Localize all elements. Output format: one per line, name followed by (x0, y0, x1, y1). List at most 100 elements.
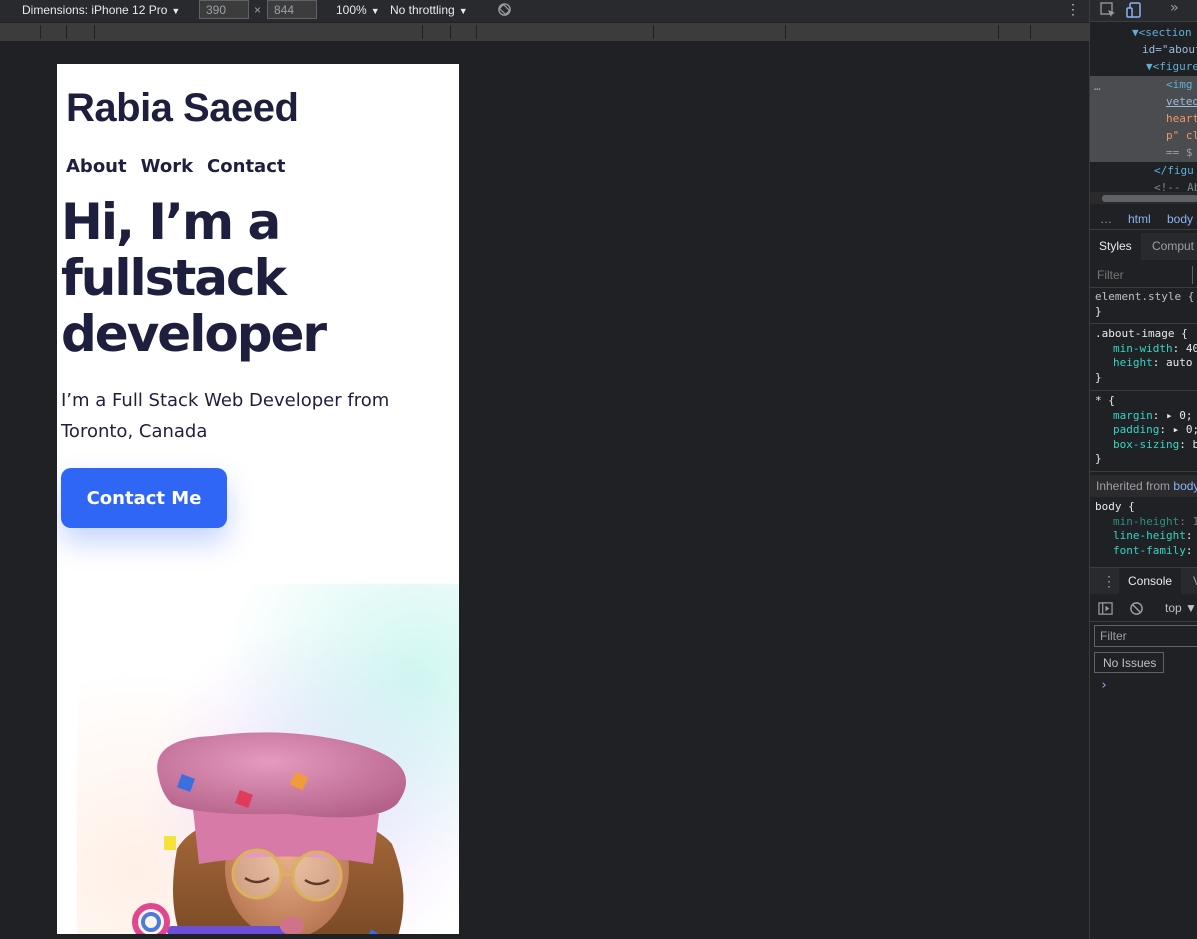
rule-selector: * { (1095, 394, 1115, 407)
ruler-segment[interactable] (40, 25, 41, 39)
styles-tabbar: Styles Comput (1090, 233, 1197, 260)
scrollbar-thumb[interactable] (1102, 195, 1197, 202)
throttling-label: No throttling (390, 3, 455, 17)
dom-dollar-ref: == $ (1166, 146, 1193, 159)
elements-tree: … ▼<section id="about ▼<figure <img vete… (1090, 22, 1197, 194)
zoom-select[interactable]: 100% ▼ (336, 3, 380, 17)
drawer-menu-icon[interactable]: ⋮ (1102, 573, 1116, 590)
dom-attr[interactable]: p" cl (1166, 127, 1197, 144)
css-property[interactable]: min-height: 1 (1095, 515, 1197, 530)
dom-node[interactable]: ▼<figure (1146, 58, 1197, 75)
rule-close: } (1095, 370, 1102, 384)
css-property[interactable]: padding: ▸ 0; (1095, 423, 1197, 438)
inherited-label: Inherited from (1096, 479, 1171, 493)
prop-value: : ▸ 0; (1159, 423, 1197, 436)
ruler-segment[interactable] (476, 25, 477, 39)
device-viewport: Rabia Saeed About Work Contact Hi, I’m a… (57, 64, 459, 934)
console-filter-input[interactable]: Filter (1094, 625, 1197, 647)
height-input[interactable]: 844 (267, 0, 317, 19)
tab-computed[interactable]: Comput (1143, 233, 1197, 260)
css-property[interactable]: min-width: 40 (1095, 342, 1197, 357)
device-toggle-icon[interactable] (1126, 2, 1142, 18)
hero-line: Hi, I’m a (61, 193, 281, 251)
subtitle-line: Toronto, Canada (61, 421, 208, 442)
dom-attr[interactable]: veted (1166, 93, 1197, 110)
css-property[interactable]: margin: ▸ 0; (1095, 409, 1197, 424)
dom-arrow[interactable]: ▼ (1132, 26, 1139, 39)
inspect-element-icon[interactable] (1100, 2, 1116, 18)
throttling-select[interactable]: No throttling ▼ (390, 3, 468, 17)
breadcrumb-body[interactable]: body (1167, 212, 1193, 226)
device-select-label: Dimensions: iPhone 12 Pro (22, 3, 168, 17)
site-logo[interactable]: Rabia Saeed (66, 86, 299, 131)
chevron-down-icon: ▼ (370, 6, 380, 16)
nav-about-link[interactable]: About (66, 156, 127, 177)
avatar-memoji-image (132, 732, 406, 934)
rule-close: } (1095, 304, 1102, 318)
css-property[interactable]: height: auto (1095, 356, 1197, 371)
prop-name: line-height (1113, 529, 1186, 542)
prop-name: box-sizing (1113, 437, 1180, 451)
prop-name: font-family (1113, 543, 1186, 557)
width-input[interactable]: 390 (199, 0, 249, 19)
inherited-link[interactable]: body (1173, 479, 1197, 493)
console-toolbar: top ▼ (1090, 595, 1197, 622)
prop-value: : b (1179, 437, 1197, 451)
breadcrumb-more[interactable]: … (1100, 212, 1112, 226)
more-options-icon[interactable]: ⋮ (1066, 1, 1080, 18)
ruler-segment[interactable] (94, 25, 95, 39)
prop-value: : 1 (1179, 514, 1197, 528)
rotate-icon[interactable] (497, 2, 512, 17)
ruler-segment[interactable] (66, 25, 67, 39)
css-rule-universal[interactable]: * { margin: ▸ 0; padding: ▸ 0; box-sizin… (1090, 394, 1197, 472)
node-ellipsis[interactable]: … (1094, 78, 1101, 95)
breadcrumb-html[interactable]: html (1128, 212, 1151, 226)
rule-close: } (1095, 452, 1102, 465)
css-rule-about-image[interactable]: .about-image { min-width: 40 height: aut… (1090, 327, 1197, 391)
css-property[interactable]: box-sizing: b (1095, 438, 1197, 453)
sidebar-toggle-icon[interactable] (1098, 601, 1113, 616)
dom-node[interactable]: </figu (1154, 162, 1194, 179)
ruler-segment[interactable] (450, 25, 451, 39)
ruler-segment[interactable] (653, 25, 654, 39)
devtools-panel: » … ▼<section id="about ▼<figure <img ve… (1089, 0, 1197, 939)
prop-name: min-width (1113, 341, 1173, 355)
dom-arrow[interactable]: ▼ (1146, 60, 1153, 73)
device-toolbar: Dimensions: iPhone 12 Pro ▼ 390 × 844 100… (0, 0, 1089, 22)
dom-node[interactable]: ▼<section (1132, 24, 1192, 41)
css-rule-body[interactable]: body { min-height: 1 line-height: font-f… (1090, 500, 1197, 564)
tab-console[interactable]: Console (1119, 568, 1182, 595)
nav-work-link[interactable]: Work (141, 156, 193, 177)
css-property[interactable]: font-family: (1095, 544, 1197, 559)
dimension-separator: × (254, 3, 262, 17)
dom-node[interactable]: id="about (1142, 41, 1197, 58)
device-select[interactable]: Dimensions: iPhone 12 Pro ▼ (22, 3, 180, 17)
ruler-segment[interactable] (785, 25, 786, 39)
subtitle-line: I’m a Full Stack Web Developer from (61, 390, 390, 411)
css-rule-element-style[interactable]: element.style { } (1090, 290, 1197, 324)
breadcrumb: … html body (1090, 208, 1197, 230)
dom-attr[interactable]: heart (1166, 110, 1197, 127)
styles-filter-input[interactable] (1093, 265, 1193, 285)
ruler-segment[interactable] (1030, 25, 1031, 39)
contact-me-button[interactable]: Contact Me (61, 468, 227, 528)
hero-subtitle: I’m a Full Stack Web Developer from Toro… (61, 385, 451, 447)
tab-whats-new[interactable]: V (1184, 568, 1197, 595)
nav-contact-link[interactable]: Contact (207, 156, 285, 177)
elements-scrollbar[interactable] (1090, 192, 1197, 204)
console-context-select[interactable]: top ▼ (1165, 601, 1197, 615)
hero-line: fullstack (61, 249, 287, 307)
tab-styles[interactable]: Styles (1090, 233, 1141, 260)
chevron-down-icon: ▼ (171, 6, 181, 16)
css-property[interactable]: line-height: (1095, 529, 1197, 544)
rule-selector: .about-image { (1095, 327, 1188, 340)
issues-button[interactable]: No Issues (1094, 652, 1164, 673)
ruler-segment[interactable] (422, 25, 423, 39)
clear-console-icon[interactable] (1129, 601, 1144, 616)
more-tabs-icon[interactable]: » (1170, 0, 1178, 16)
ruler-segment[interactable] (998, 25, 999, 39)
prop-value: : 40 (1172, 341, 1197, 355)
media-query-ruler (0, 23, 1089, 41)
dom-node[interactable]: <img (1166, 76, 1193, 93)
console-prompt-icon[interactable]: › (1100, 678, 1108, 693)
